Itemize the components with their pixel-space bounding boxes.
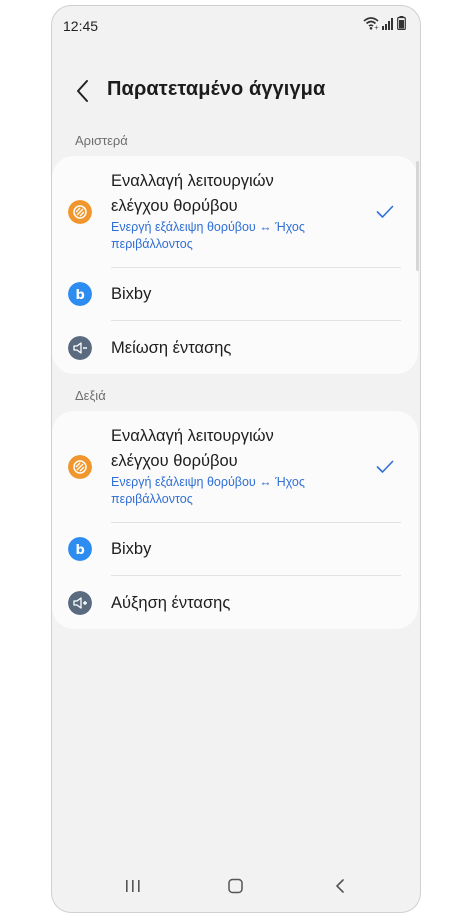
status-bar: 12:45 +	[52, 6, 420, 46]
status-time: 12:45	[63, 18, 99, 34]
section-label-left: Αριστερά	[75, 133, 128, 148]
option-left-noise-control[interactable]: Εναλλαγή λειτουργιών ελέγχου θορύβου Ενε…	[52, 156, 418, 268]
option-label: Μείωση έντασης	[111, 339, 232, 357]
option-right-bixby[interactable]: b Bixby	[52, 523, 418, 575]
option-label: Αύξηση έντασης	[111, 594, 231, 612]
section-label-right: Δεξιά	[75, 388, 106, 403]
back-nav-icon[interactable]	[333, 878, 347, 894]
scrollbar[interactable]	[416, 161, 419, 271]
option-description: Ενεργή εξάλειψη θορύβου ↔ Ήχος	[111, 475, 305, 489]
signal-icon	[382, 18, 393, 30]
option-label: Εναλλαγή λειτουργιών	[111, 172, 274, 190]
header: Παρατεταμένο άγγιγμα	[52, 66, 420, 116]
option-label: Εναλλαγή λειτουργιών	[111, 427, 274, 445]
status-icons: +	[363, 16, 406, 30]
navigation-bar	[52, 867, 420, 912]
option-label: ελέγχου θορύβου	[111, 197, 238, 215]
svg-text:b: b	[76, 288, 85, 303]
recent-apps-icon[interactable]	[124, 878, 142, 894]
option-left-volume-down[interactable]: Μείωση έντασης	[52, 321, 418, 374]
noise-control-icon	[68, 455, 92, 479]
right-options-card: Εναλλαγή λειτουργιών ελέγχου θορύβου Ενε…	[52, 411, 418, 629]
option-description: περιβάλλοντος	[111, 492, 193, 506]
option-label: Bixby	[111, 540, 152, 558]
bixby-icon: b	[68, 537, 92, 561]
left-options-card: Εναλλαγή λειτουργιών ελέγχου θορύβου Ενε…	[52, 156, 418, 374]
option-right-noise-control[interactable]: Εναλλαγή λειτουργιών ελέγχου θορύβου Ενε…	[52, 411, 418, 523]
option-description: περιβάλλοντος	[111, 237, 193, 251]
wifi-icon: +	[363, 17, 379, 31]
checkmark-icon	[376, 460, 394, 473]
option-label: Bixby	[111, 285, 152, 303]
battery-icon	[397, 16, 406, 30]
noise-control-icon	[68, 200, 92, 224]
volume-down-icon	[68, 336, 92, 360]
back-arrow-icon[interactable]	[72, 78, 96, 104]
phone-screen: 12:45 + Παρατεταμένο άγγιγμα Αριστερά Εν…	[51, 5, 421, 913]
option-right-volume-up[interactable]: Αύξηση έντασης	[52, 576, 418, 629]
home-icon[interactable]	[227, 878, 245, 894]
option-description: Ενεργή εξάλειψη θορύβου ↔ Ήχος	[111, 220, 305, 234]
page-title: Παρατεταμένο άγγιγμα	[107, 78, 326, 100]
checkmark-icon	[376, 205, 394, 218]
bixby-icon: b	[68, 282, 92, 306]
svg-text:+: +	[374, 25, 379, 31]
svg-text:b: b	[76, 543, 85, 558]
option-label: ελέγχου θορύβου	[111, 452, 238, 470]
volume-up-icon	[68, 591, 92, 615]
option-left-bixby[interactable]: b Bixby	[52, 268, 418, 320]
